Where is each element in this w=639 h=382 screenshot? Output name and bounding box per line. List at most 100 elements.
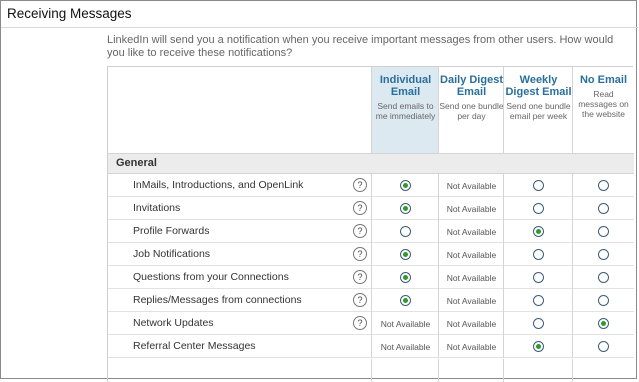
cell-weekly-digest [503, 335, 573, 358]
table-row: Questions from your Connections? Not Avai… [108, 266, 634, 289]
cell-no-email [572, 174, 634, 197]
row-label: Network Updates [133, 317, 214, 329]
cell-daily-digest: Not Available [438, 174, 504, 197]
cell-no-email [572, 220, 634, 243]
radio-button[interactable] [598, 249, 609, 260]
help-icon[interactable]: ? [353, 293, 367, 307]
column-description: Send one bundle email per week [506, 101, 571, 121]
row-label: Invitations [133, 202, 181, 214]
column-title: Daily Digest Email [440, 74, 503, 98]
section-title: General [116, 157, 157, 169]
cell-daily-digest: Not Available [438, 266, 504, 289]
radio-button[interactable] [598, 180, 609, 191]
radio-button[interactable] [533, 203, 544, 214]
cell-no-email [572, 243, 634, 266]
section-header-general: General [108, 153, 634, 174]
cell-no-email [572, 312, 634, 335]
cell-individual-email [371, 220, 439, 243]
help-icon[interactable]: ? [353, 316, 367, 330]
column-header-no-email: No Email Read messages on the website [572, 67, 634, 153]
cell-individual-email [371, 243, 439, 266]
table-row: Invitations? Not Available [108, 197, 634, 220]
column-description: Send emails to me immediately [375, 101, 436, 121]
radio-button[interactable] [533, 180, 544, 191]
cell-individual-email: Not Available [371, 335, 439, 358]
not-available-text: Not Available [380, 342, 431, 352]
not-available-text: Not Available [446, 250, 497, 260]
radio-button[interactable] [598, 341, 609, 352]
cell-individual-email [371, 266, 439, 289]
table-extension [108, 359, 634, 382]
cell-no-email [572, 289, 634, 312]
radio-button[interactable] [400, 226, 411, 237]
radio-button-selected[interactable] [400, 295, 411, 306]
radio-button[interactable] [533, 249, 544, 260]
radio-button[interactable] [533, 318, 544, 329]
row-label: Referral Center Messages [133, 340, 256, 352]
cell-no-email [572, 335, 634, 358]
cell-daily-digest: Not Available [438, 335, 504, 358]
not-available-text: Not Available [380, 319, 431, 329]
column-extension [371, 359, 439, 382]
table-row: Replies/Messages from connections? Not Av… [108, 289, 634, 312]
radio-button[interactable] [598, 295, 609, 306]
not-available-text: Not Available [446, 296, 497, 306]
radio-button-selected[interactable] [400, 272, 411, 283]
not-available-text: Not Available [446, 342, 497, 352]
cell-weekly-digest [503, 289, 573, 312]
help-icon[interactable]: ? [353, 178, 367, 192]
notification-table: Individual Email Send emails to me immed… [107, 66, 634, 382]
cell-no-email [572, 197, 634, 220]
cell-weekly-digest [503, 266, 573, 289]
column-description: Read messages on the website [578, 89, 629, 119]
radio-button[interactable] [533, 295, 544, 306]
help-icon[interactable]: ? [353, 270, 367, 284]
table-row: Job Notifications? Not Available [108, 243, 634, 266]
cell-individual-email: Not Available [371, 312, 439, 335]
help-icon[interactable]: ? [353, 247, 367, 261]
not-available-text: Not Available [446, 204, 497, 214]
column-header-individual-email: Individual Email Send emails to me immed… [371, 67, 439, 153]
column-extension [503, 359, 573, 382]
column-description: Send one bundle per day [439, 101, 504, 121]
row-label: InMails, Introductions, and OpenLink [133, 179, 304, 191]
radio-button-selected[interactable] [598, 318, 609, 329]
title-divider [1, 27, 638, 28]
cell-individual-email [371, 174, 439, 197]
column-title: Weekly Digest Email [505, 74, 572, 98]
cell-daily-digest: Not Available [438, 289, 504, 312]
column-extension [572, 359, 634, 382]
radio-button[interactable] [598, 203, 609, 214]
radio-button[interactable] [598, 272, 609, 283]
column-header-weekly-digest: Weekly Digest Email Send one bundle emai… [503, 67, 573, 153]
cell-daily-digest: Not Available [438, 197, 504, 220]
cell-daily-digest: Not Available [438, 312, 504, 335]
not-available-text: Not Available [446, 273, 497, 283]
help-icon[interactable]: ? [353, 201, 367, 215]
cell-weekly-digest [503, 197, 573, 220]
intro-text: LinkedIn will send you a notification wh… [107, 34, 614, 59]
not-available-text: Not Available [446, 319, 497, 329]
column-header-daily-digest: Daily Digest Email Send one bundle per d… [438, 67, 504, 153]
row-label: Job Notifications [133, 248, 211, 260]
help-icon[interactable]: ? [353, 224, 367, 238]
page-title: Receiving Messages [7, 6, 132, 21]
row-label: Profile Forwards [133, 225, 210, 237]
row-label: Replies/Messages from connections [133, 294, 302, 306]
cell-weekly-digest [503, 174, 573, 197]
radio-button-selected[interactable] [400, 249, 411, 260]
radio-button[interactable] [533, 272, 544, 283]
radio-button[interactable] [598, 226, 609, 237]
table-row: Network Updates? Not Available Not Availab… [108, 312, 634, 335]
table-row: InMails, Introductions, and OpenLink? Not… [108, 174, 634, 197]
not-available-text: Not Available [446, 227, 497, 237]
column-title: Individual Email [379, 74, 432, 98]
cell-daily-digest: Not Available [438, 243, 504, 266]
column-extension [438, 359, 504, 382]
radio-button-selected[interactable] [533, 226, 544, 237]
radio-button-selected[interactable] [400, 203, 411, 214]
radio-button-selected[interactable] [533, 341, 544, 352]
radio-button-selected[interactable] [400, 180, 411, 191]
cell-individual-email [371, 197, 439, 220]
cell-weekly-digest [503, 243, 573, 266]
